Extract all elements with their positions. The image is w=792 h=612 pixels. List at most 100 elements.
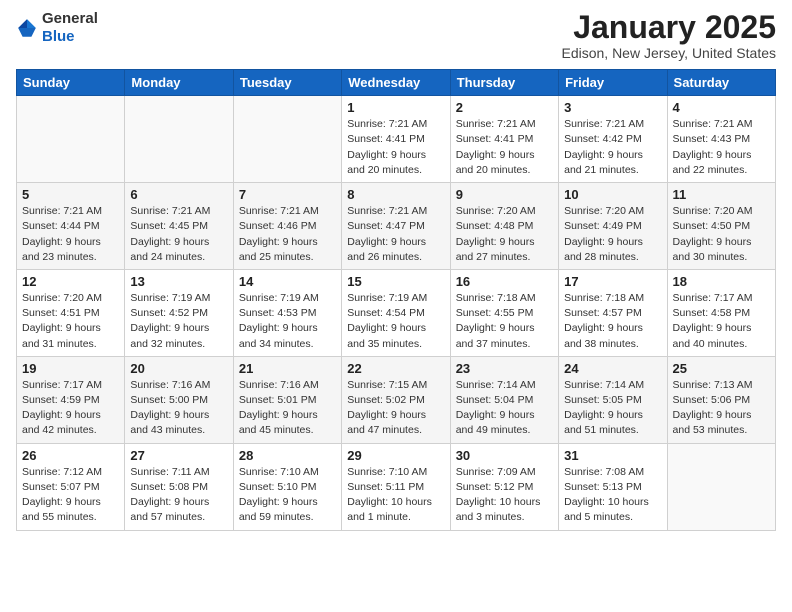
- header: General Blue January 2025 Edison, New Je…: [16, 10, 776, 61]
- day-info: Sunrise: 7:20 AMSunset: 4:49 PMDaylight:…: [564, 204, 661, 265]
- day-number: 18: [673, 274, 770, 289]
- day-info: Sunrise: 7:21 AMSunset: 4:42 PMDaylight:…: [564, 117, 661, 178]
- day-info: Sunrise: 7:21 AMSunset: 4:43 PMDaylight:…: [673, 117, 770, 178]
- calendar-cell: 10Sunrise: 7:20 AMSunset: 4:49 PMDayligh…: [559, 183, 667, 270]
- calendar-cell: [667, 443, 775, 530]
- weekday-header-tuesday: Tuesday: [233, 70, 341, 96]
- page: General Blue January 2025 Edison, New Je…: [0, 0, 792, 547]
- weekday-header-friday: Friday: [559, 70, 667, 96]
- day-number: 27: [130, 448, 227, 463]
- calendar-cell: 17Sunrise: 7:18 AMSunset: 4:57 PMDayligh…: [559, 269, 667, 356]
- calendar-cell: [125, 96, 233, 183]
- day-number: 31: [564, 448, 661, 463]
- logo-blue: Blue: [42, 28, 98, 46]
- logo-general: General: [42, 10, 98, 28]
- calendar-cell: 20 Sunrise: 7:16 AMSunset: 5:00 PMDayligh…: [125, 356, 233, 443]
- day-number: 17: [564, 274, 661, 289]
- calendar-cell: 8Sunrise: 7:21 AMSunset: 4:47 PMDaylight…: [342, 183, 450, 270]
- calendar-cell: [17, 96, 125, 183]
- calendar-cell: 30 Sunrise: 7:09 AMSunset: 5:12 PMDayligh…: [450, 443, 558, 530]
- day-info: Sunrise: 7:14 AMSunset: 5:04 PMDaylight:…: [456, 378, 553, 439]
- calendar-cell: 24 Sunrise: 7:14 AMSunset: 5:05 PMDayligh…: [559, 356, 667, 443]
- calendar-cell: 19Sunrise: 7:17 AMSunset: 4:59 PMDayligh…: [17, 356, 125, 443]
- day-info: Sunrise: 7:16 AMSunset: 5:01 PMDaylight:…: [239, 378, 336, 439]
- calendar-cell: 29 Sunrise: 7:10 AMSunset: 5:11 PMDayligh…: [342, 443, 450, 530]
- day-info: Sunrise: 7:10 AMSunset: 5:10 PMDaylight:…: [239, 465, 336, 526]
- calendar-week-row: 1 Sunrise: 7:21 AMSunset: 4:41 PMDaylight…: [17, 96, 776, 183]
- calendar-week-row: 19Sunrise: 7:17 AMSunset: 4:59 PMDayligh…: [17, 356, 776, 443]
- day-number: 28: [239, 448, 336, 463]
- calendar-cell: 22Sunrise: 7:15 AMSunset: 5:02 PMDayligh…: [342, 356, 450, 443]
- calendar-cell: 13 Sunrise: 7:19 AMSunset: 4:52 PMDayligh…: [125, 269, 233, 356]
- calendar-cell: 27 Sunrise: 7:11 AMSunset: 5:08 PMDayligh…: [125, 443, 233, 530]
- calendar-cell: 2 Sunrise: 7:21 AMSunset: 4:41 PMDaylight…: [450, 96, 558, 183]
- day-info: Sunrise: 7:14 AMSunset: 5:05 PMDaylight:…: [564, 378, 661, 439]
- day-info: Sunrise: 7:21 AMSunset: 4:47 PMDaylight:…: [347, 204, 444, 265]
- calendar-cell: 25Sunrise: 7:13 AMSunset: 5:06 PMDayligh…: [667, 356, 775, 443]
- day-number: 11: [673, 187, 770, 202]
- calendar-cell: 28 Sunrise: 7:10 AMSunset: 5:10 PMDayligh…: [233, 443, 341, 530]
- calendar-cell: 16 Sunrise: 7:18 AMSunset: 4:55 PMDayligh…: [450, 269, 558, 356]
- calendar-cell: 5Sunrise: 7:21 AMSunset: 4:44 PMDaylight…: [17, 183, 125, 270]
- day-number: 26: [22, 448, 119, 463]
- day-number: 13: [130, 274, 227, 289]
- day-number: 29: [347, 448, 444, 463]
- day-info: Sunrise: 7:12 AMSunset: 5:07 PMDaylight:…: [22, 465, 119, 526]
- calendar-cell: [233, 96, 341, 183]
- day-info: Sunrise: 7:17 AMSunset: 4:59 PMDaylight:…: [22, 378, 119, 439]
- day-info: Sunrise: 7:16 AMSunset: 5:00 PMDaylight:…: [130, 378, 227, 439]
- day-number: 3: [564, 100, 661, 115]
- weekday-header-saturday: Saturday: [667, 70, 775, 96]
- logo: General Blue: [16, 10, 98, 46]
- day-info: Sunrise: 7:19 AMSunset: 4:53 PMDaylight:…: [239, 291, 336, 352]
- calendar: SundayMondayTuesdayWednesdayThursdayFrid…: [16, 69, 776, 530]
- day-info: Sunrise: 7:17 AMSunset: 4:58 PMDaylight:…: [673, 291, 770, 352]
- day-info: Sunrise: 7:10 AMSunset: 5:11 PMDaylight:…: [347, 465, 444, 526]
- location: Edison, New Jersey, United States: [561, 45, 776, 61]
- day-info: Sunrise: 7:18 AMSunset: 4:55 PMDaylight:…: [456, 291, 553, 352]
- day-number: 20: [130, 361, 227, 376]
- day-number: 24: [564, 361, 661, 376]
- calendar-cell: 18 Sunrise: 7:17 AMSunset: 4:58 PMDayligh…: [667, 269, 775, 356]
- day-number: 2: [456, 100, 553, 115]
- day-number: 14: [239, 274, 336, 289]
- day-number: 12: [22, 274, 119, 289]
- header-right: January 2025 Edison, New Jersey, United …: [561, 10, 776, 61]
- day-info: Sunrise: 7:11 AMSunset: 5:08 PMDaylight:…: [130, 465, 227, 526]
- calendar-cell: 31 Sunrise: 7:08 AMSunset: 5:13 PMDayligh…: [559, 443, 667, 530]
- calendar-cell: 9 Sunrise: 7:20 AMSunset: 4:48 PMDaylight…: [450, 183, 558, 270]
- calendar-cell: 23 Sunrise: 7:14 AMSunset: 5:04 PMDayligh…: [450, 356, 558, 443]
- weekday-header-monday: Monday: [125, 70, 233, 96]
- day-number: 30: [456, 448, 553, 463]
- day-number: 9: [456, 187, 553, 202]
- calendar-cell: 26 Sunrise: 7:12 AMSunset: 5:07 PMDayligh…: [17, 443, 125, 530]
- day-number: 25: [673, 361, 770, 376]
- day-info: Sunrise: 7:08 AMSunset: 5:13 PMDaylight:…: [564, 465, 661, 526]
- day-info: Sunrise: 7:20 AMSunset: 4:51 PMDaylight:…: [22, 291, 119, 352]
- calendar-cell: 11 Sunrise: 7:20 AMSunset: 4:50 PMDayligh…: [667, 183, 775, 270]
- day-info: Sunrise: 7:21 AMSunset: 4:45 PMDaylight:…: [130, 204, 227, 265]
- calendar-cell: 6Sunrise: 7:21 AMSunset: 4:45 PMDaylight…: [125, 183, 233, 270]
- calendar-week-row: 12 Sunrise: 7:20 AMSunset: 4:51 PMDayligh…: [17, 269, 776, 356]
- calendar-cell: 21Sunrise: 7:16 AMSunset: 5:01 PMDayligh…: [233, 356, 341, 443]
- day-number: 23: [456, 361, 553, 376]
- day-info: Sunrise: 7:21 AMSunset: 4:41 PMDaylight:…: [456, 117, 553, 178]
- calendar-cell: 14 Sunrise: 7:19 AMSunset: 4:53 PMDayligh…: [233, 269, 341, 356]
- day-number: 7: [239, 187, 336, 202]
- day-number: 5: [22, 187, 119, 202]
- day-number: 22: [347, 361, 444, 376]
- calendar-cell: 12 Sunrise: 7:20 AMSunset: 4:51 PMDayligh…: [17, 269, 125, 356]
- calendar-week-row: 5Sunrise: 7:21 AMSunset: 4:44 PMDaylight…: [17, 183, 776, 270]
- day-info: Sunrise: 7:20 AMSunset: 4:48 PMDaylight:…: [456, 204, 553, 265]
- day-number: 15: [347, 274, 444, 289]
- day-info: Sunrise: 7:21 AMSunset: 4:46 PMDaylight:…: [239, 204, 336, 265]
- day-info: Sunrise: 7:20 AMSunset: 4:50 PMDaylight:…: [673, 204, 770, 265]
- weekday-header-sunday: Sunday: [17, 70, 125, 96]
- day-info: Sunrise: 7:09 AMSunset: 5:12 PMDaylight:…: [456, 465, 553, 526]
- day-info: Sunrise: 7:19 AMSunset: 4:52 PMDaylight:…: [130, 291, 227, 352]
- calendar-cell: 1Sunrise: 7:21 AMSunset: 4:41 PMDaylight…: [342, 96, 450, 183]
- logo-icon: [16, 17, 38, 39]
- day-number: 16: [456, 274, 553, 289]
- weekday-header-thursday: Thursday: [450, 70, 558, 96]
- day-number: 1: [347, 100, 444, 115]
